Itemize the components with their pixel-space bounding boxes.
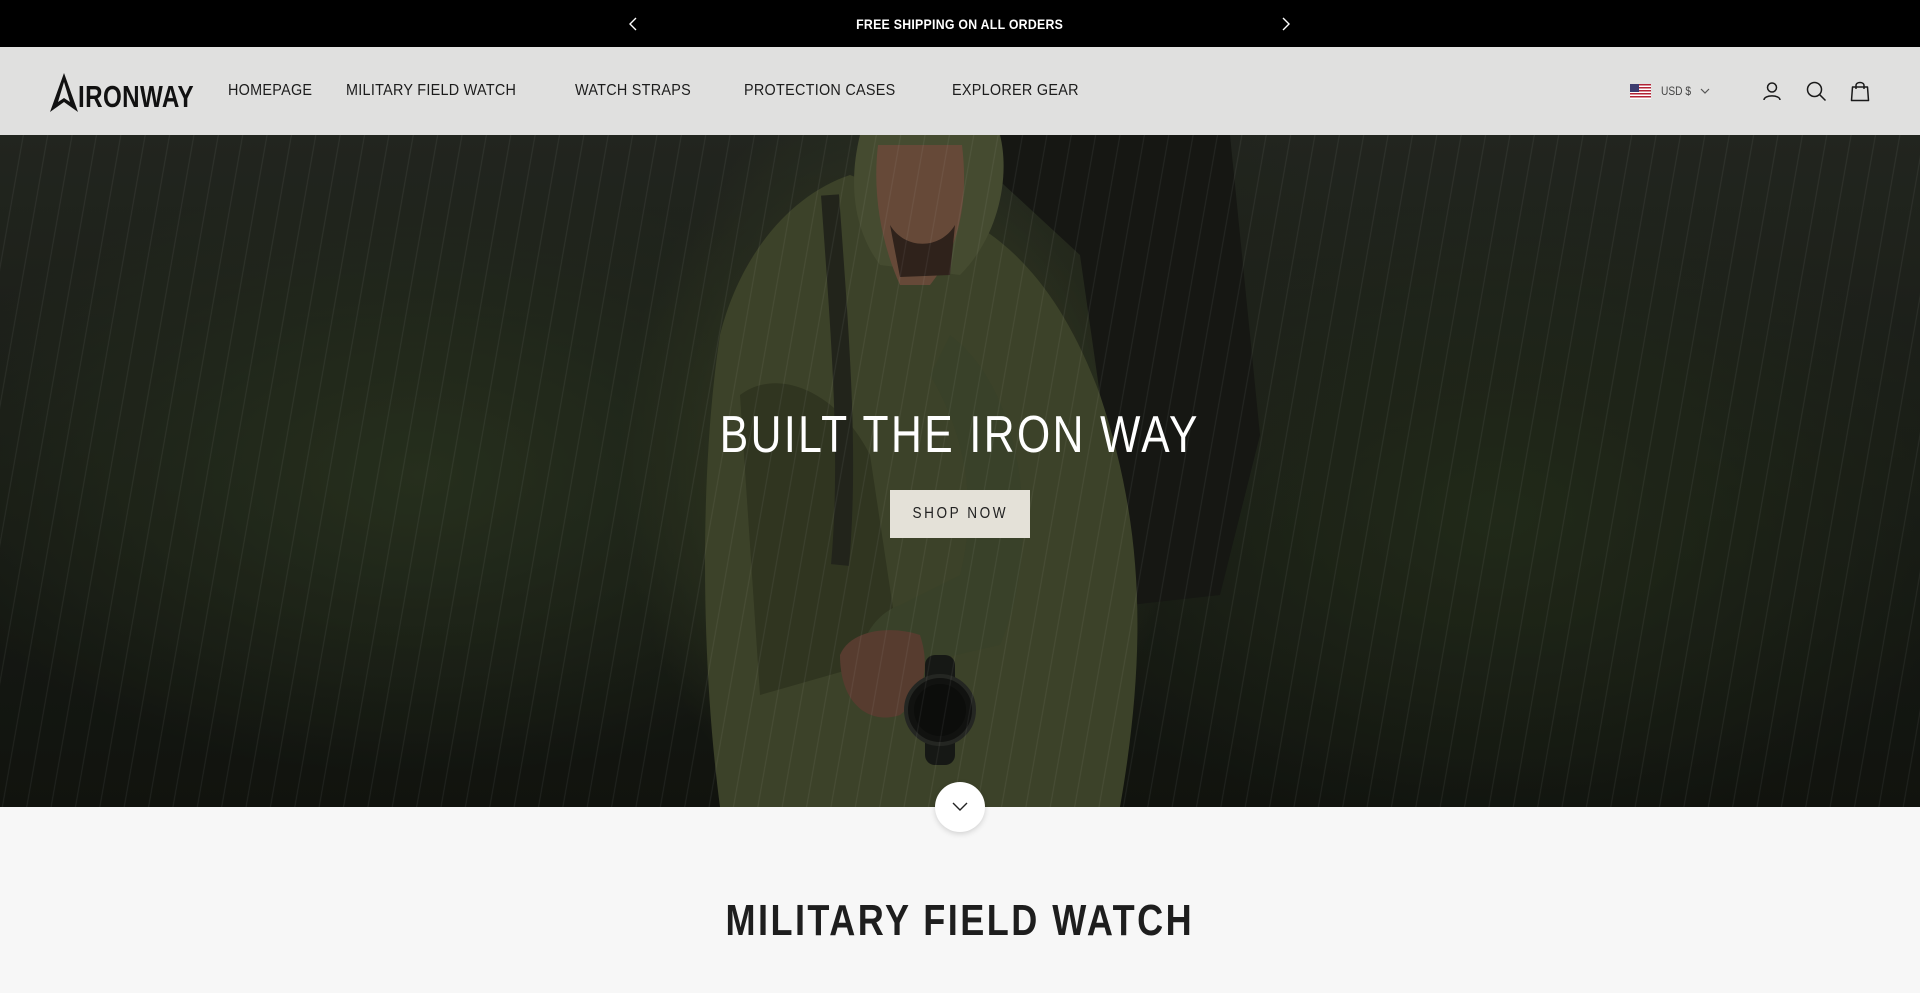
nav-item-explorer-gear[interactable]: EXPLORER GEAR <box>952 82 1079 100</box>
account-button[interactable] <box>1760 79 1784 103</box>
brand-logo[interactable]: IRONWAY <box>48 68 227 114</box>
hero-banner: BUILT THE IRON WAY SHOP NOW <box>0 135 1920 807</box>
nav-item-homepage[interactable]: HOMEPAGE <box>228 82 312 100</box>
chevron-down-icon <box>1700 88 1710 94</box>
scroll-down-button[interactable] <box>935 782 985 832</box>
cart-button[interactable] <box>1848 79 1872 103</box>
main-nav: HOMEPAGE MILITARY FIELD WATCH WATCH STRA… <box>228 47 1133 135</box>
nav-item-military-field-watch[interactable]: MILITARY FIELD WATCH <box>346 82 516 100</box>
chevron-right-icon <box>1282 17 1290 30</box>
announcement-text: FREE SHIPPING ON ALL ORDERS <box>856 15 1064 32</box>
nav-item-protection-cases[interactable]: PROTECTION CASES <box>744 82 896 100</box>
chevron-down-icon <box>952 802 968 811</box>
nav-item-watch-straps[interactable]: WATCH STRAPS <box>575 82 691 100</box>
account-icon <box>1763 82 1781 101</box>
announcement-prev-button[interactable] <box>618 0 648 47</box>
search-icon <box>1806 81 1827 102</box>
header-actions: USD $ <box>1629 47 1872 135</box>
chevron-left-icon <box>629 17 637 30</box>
currency-selector[interactable]: USD $ <box>1629 83 1710 99</box>
site-header: IRONWAY HOMEPAGE MILITARY FIELD WATCH WA… <box>0 47 1920 135</box>
currency-label: USD $ <box>1660 84 1691 98</box>
section-title: MILITARY FIELD WATCH <box>725 896 1195 945</box>
search-button[interactable] <box>1804 79 1828 103</box>
announcement-next-button[interactable] <box>1271 0 1301 47</box>
cart-icon <box>1850 81 1870 102</box>
arrowhead-logo-icon <box>50 73 78 112</box>
us-flag-icon <box>1629 83 1651 99</box>
shop-now-button[interactable]: SHOP NOW <box>890 490 1030 538</box>
announcement-bar: FREE SHIPPING ON ALL ORDERS <box>0 0 1920 47</box>
brand-name: IRONWAY <box>78 79 195 114</box>
hero-title: BUILT THE IRON WAY <box>719 406 1201 464</box>
